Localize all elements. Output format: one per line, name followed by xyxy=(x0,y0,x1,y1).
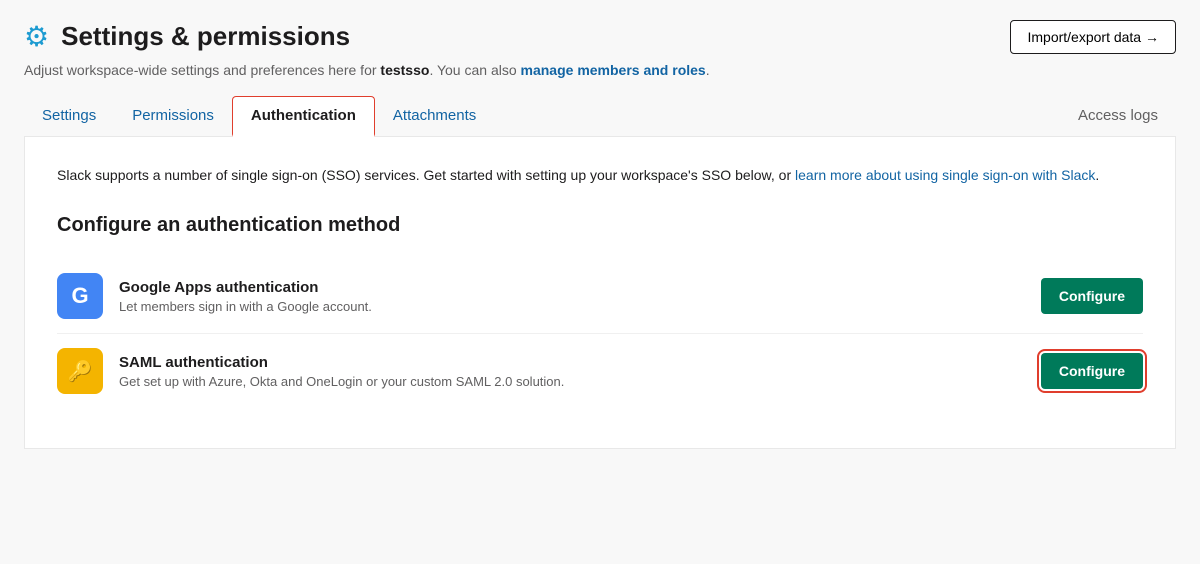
subtitle: Adjust workspace-wide settings and prefe… xyxy=(24,62,1176,78)
google-auth-icon: G xyxy=(57,273,103,319)
subtitle-suffix: . xyxy=(706,62,710,78)
tabs-row: Settings Permissions Authentication Atta… xyxy=(24,96,1176,137)
tab-permissions[interactable]: Permissions xyxy=(114,97,232,137)
subtitle-prefix: Adjust workspace-wide settings and prefe… xyxy=(24,62,380,78)
sso-desc-text-2: . xyxy=(1095,167,1099,183)
gear-icon: ⚙ xyxy=(24,20,49,53)
manage-members-link[interactable]: manage members and roles xyxy=(521,62,706,78)
page-title: Settings & permissions xyxy=(61,21,350,52)
header-row: ⚙ Settings & permissions Import/export d… xyxy=(24,20,1176,54)
saml-auth-icon: 🔑 xyxy=(57,348,103,394)
google-auth-info: Google Apps authentication Let members s… xyxy=(119,279,1025,314)
workspace-name: testsso xyxy=(380,62,429,78)
page-wrapper: ⚙ Settings & permissions Import/export d… xyxy=(0,0,1200,469)
google-auth-name: Google Apps authentication xyxy=(119,279,1025,296)
section-title: Configure an authentication method xyxy=(57,214,1143,237)
tab-authentication[interactable]: Authentication xyxy=(232,96,375,137)
saml-configure-button[interactable]: Configure xyxy=(1041,353,1143,389)
sso-description: Slack supports a number of single sign-o… xyxy=(57,165,1143,186)
subtitle-middle: . You can also xyxy=(429,62,520,78)
sso-learn-more-link[interactable]: learn more about using single sign-on wi… xyxy=(795,167,1095,183)
auth-item-saml: 🔑 SAML authentication Get set up with Az… xyxy=(57,334,1143,408)
tab-attachments[interactable]: Attachments xyxy=(375,97,494,137)
saml-key-icon: 🔑 xyxy=(68,359,93,384)
auth-item-google: G Google Apps authentication Let members… xyxy=(57,259,1143,334)
tab-access-logs[interactable]: Access logs xyxy=(1060,97,1176,137)
google-auth-desc: Let members sign in with a Google accoun… xyxy=(119,299,1025,314)
saml-auth-info: SAML authentication Get set up with Azur… xyxy=(119,354,1025,389)
sso-desc-text-1: Slack supports a number of single sign-o… xyxy=(57,167,795,183)
import-export-button[interactable]: Import/export data → xyxy=(1010,20,1176,54)
saml-auth-desc: Get set up with Azure, Okta and OneLogin… xyxy=(119,374,1025,389)
title-group: ⚙ Settings & permissions xyxy=(24,20,350,53)
saml-auth-name: SAML authentication xyxy=(119,354,1025,371)
google-icon-label: G xyxy=(71,283,88,309)
google-configure-button[interactable]: Configure xyxy=(1041,278,1143,314)
main-content: Slack supports a number of single sign-o… xyxy=(24,137,1176,449)
tab-settings[interactable]: Settings xyxy=(24,97,114,137)
